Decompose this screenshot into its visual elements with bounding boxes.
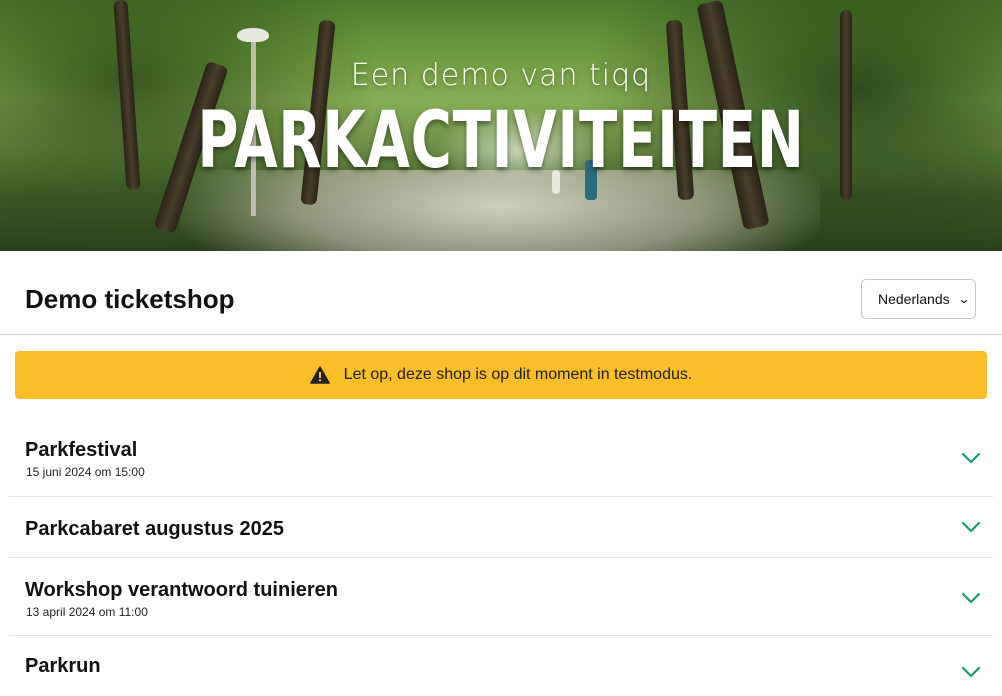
warning-triangle-icon	[309, 366, 330, 384]
language-select-value: Nederlands	[878, 291, 950, 307]
event-name: Parkcabaret augustus 2025	[25, 518, 285, 540]
chevron-down-icon[interactable]	[961, 666, 981, 678]
event-item-parkfestival[interactable]: Parkfestival 15 juni 2024 om 15:00	[9, 418, 993, 497]
hero-subtitle: Een demo van tiqq	[350, 58, 652, 93]
shop-title: Demo ticketshop	[25, 284, 235, 314]
event-date: 13 april 2024 om 11:00	[26, 605, 148, 619]
event-date: 15 juni 2024 om 15:00	[26, 465, 145, 479]
event-item-parkrun[interactable]: Parkrun	[9, 636, 993, 696]
chevron-down-icon[interactable]	[961, 592, 981, 604]
event-item-workshop[interactable]: Workshop verantwoord tuinieren 13 april …	[9, 558, 993, 636]
hero-lamp-head	[237, 28, 269, 42]
event-list: Parkfestival 15 juni 2024 om 15:00 Parkc…	[9, 418, 993, 696]
shop-header: Demo ticketshop Nederlands ⌄	[0, 251, 1002, 335]
event-item-parkcabaret[interactable]: Parkcabaret augustus 2025	[9, 497, 993, 558]
chevron-down-icon[interactable]	[961, 521, 981, 533]
event-name: Parkfestival	[25, 439, 138, 461]
chevron-down-icon[interactable]	[961, 452, 981, 464]
event-name: Parkrun	[25, 655, 101, 677]
hero-title: PARKACTIVITEITEN	[197, 96, 805, 186]
event-name: Workshop verantwoord tuinieren	[25, 579, 338, 601]
test-mode-alert: Let op, deze shop is op dit moment in te…	[15, 351, 987, 399]
language-select[interactable]: Nederlands ⌄	[861, 279, 976, 319]
hero-banner: Een demo van tiqq PARKACTIVITEITEN	[0, 0, 1002, 251]
alert-text: Let op, deze shop is op dit moment in te…	[343, 366, 693, 383]
chevron-down-icon: ⌄	[957, 292, 971, 306]
